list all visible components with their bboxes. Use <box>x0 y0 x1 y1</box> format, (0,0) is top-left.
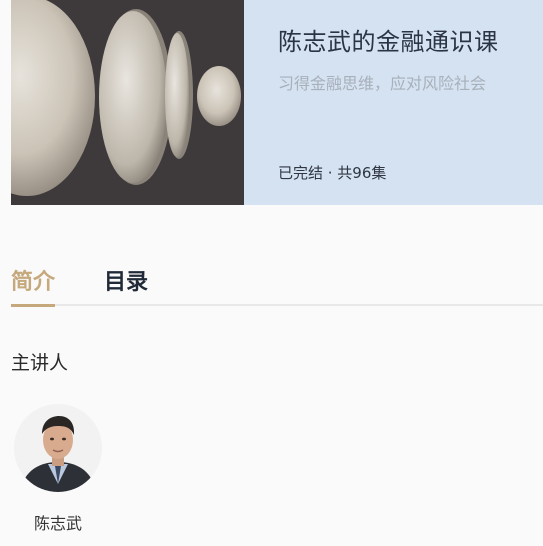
avatar[interactable] <box>14 404 102 492</box>
lecturer-name[interactable]: 陈志武 <box>12 510 104 534</box>
course-info-panel: 陈志武的金融通识课 习得金融思维，应对风险社会 已完结 · 共96集 <box>244 0 543 205</box>
tab-catalog[interactable]: 目录 <box>104 264 148 296</box>
lecturer-section-title: 主讲人 <box>11 352 69 374</box>
course-title: 陈志武的金融通识课 <box>278 28 499 56</box>
tab-intro[interactable]: 简介 <box>11 264 56 307</box>
coins-illustration <box>11 0 244 205</box>
lecturer-portrait <box>14 404 102 492</box>
course-detail-page: 陈志武的金融通识课 习得金融思维，应对风险社会 已完结 · 共96集 简介 目录… <box>0 0 543 546</box>
course-status: 已完结 · 共96集 <box>278 164 387 182</box>
tab-bar: 简介 目录 <box>11 258 543 307</box>
course-header: 陈志武的金融通识课 习得金融思维，应对风险社会 已完结 · 共96集 <box>11 0 543 205</box>
lecturer-card[interactable]: 陈志武 <box>12 404 104 534</box>
course-cover-image <box>11 0 244 205</box>
course-subtitle: 习得金融思维，应对风险社会 <box>278 74 487 93</box>
